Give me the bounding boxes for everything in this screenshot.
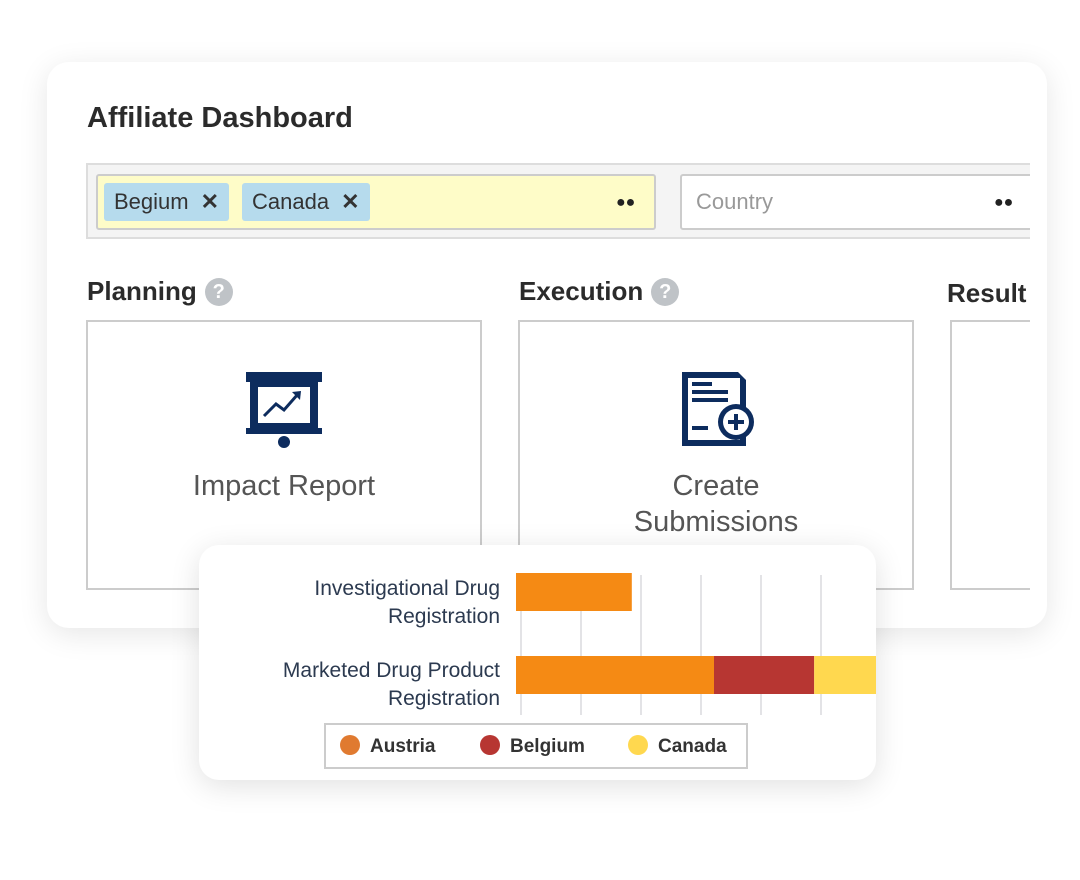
- country-placeholder: Country: [696, 189, 774, 214]
- legend-swatch: [628, 735, 648, 755]
- presentation-chart-icon: [246, 372, 322, 448]
- help-icon[interactable]: ?: [204, 278, 233, 306]
- execution-heading: Execution?: [519, 276, 680, 307]
- chip-canada: Canada ✕: [242, 183, 370, 221]
- tile-label-line2: Submissions: [633, 506, 799, 538]
- binoculars-icon[interactable]: ●●: [616, 194, 635, 212]
- bar-austria[interactable]: [516, 656, 714, 694]
- bar-austria[interactable]: [516, 573, 632, 611]
- bar-belgium[interactable]: [714, 656, 815, 694]
- chip-label: Begium: [114, 189, 189, 214]
- planning-heading: Planning?: [87, 276, 233, 307]
- legend-item-canada[interactable]: Canada: [628, 735, 727, 758]
- binoculars-icon[interactable]: ●●: [994, 194, 1013, 212]
- chip-label: Canada: [252, 189, 330, 214]
- remove-chip-icon[interactable]: ✕: [201, 189, 219, 214]
- legend-item-austria[interactable]: Austria: [340, 735, 435, 758]
- legend-swatch: [480, 735, 500, 755]
- tile-label: Impact Report: [192, 470, 376, 502]
- page-title: Affiliate Dashboard: [87, 102, 353, 134]
- country-filter-selected[interactable]: Begium ✕ Canada ✕ ●●: [96, 174, 656, 230]
- chip-begium: Begium ✕: [104, 183, 230, 221]
- remove-chip-icon[interactable]: ✕: [341, 189, 359, 214]
- document-add-icon: [682, 372, 754, 446]
- stacked-bar-chart: Investigational Drug Registration Markete…: [199, 545, 876, 780]
- tile-label-line1: Create: [672, 470, 760, 502]
- legend-item-belgium[interactable]: Belgium: [480, 735, 585, 758]
- bar-canada[interactable]: [814, 656, 876, 694]
- legend-swatch: [340, 735, 360, 755]
- dashboard-card: Affiliate Dashboard Begium ✕ Canada ✕ ●● C…: [47, 62, 1047, 628]
- plot-area: [516, 573, 876, 715]
- help-icon[interactable]: ?: [651, 278, 680, 306]
- country-input[interactable]: Country ●●: [680, 174, 1030, 230]
- legend: Austria Belgium Canada: [324, 723, 748, 769]
- result-heading: Result: [947, 278, 1027, 308]
- result-tile[interactable]: [950, 320, 1030, 590]
